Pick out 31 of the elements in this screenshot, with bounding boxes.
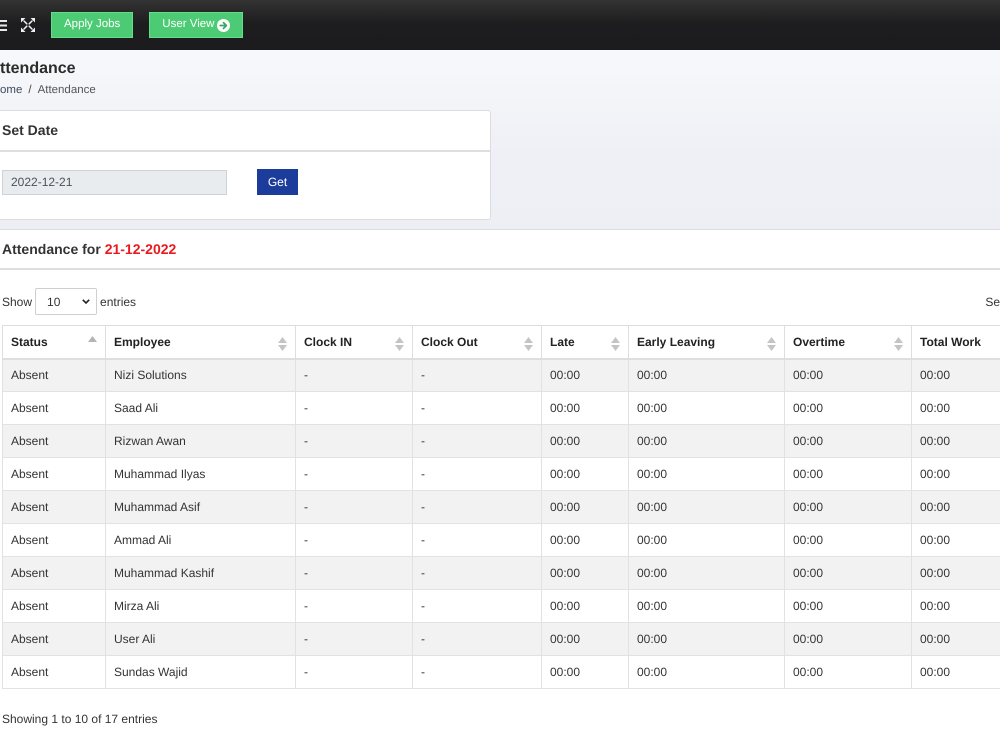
search-label: Se (985, 294, 1000, 310)
table-cell: 00:00 (628, 656, 784, 688)
sort-icon (278, 336, 287, 351)
table-cell: 00:00 (542, 656, 628, 688)
entries-label: entries (100, 294, 136, 310)
table-cell: - (412, 656, 542, 688)
get-button[interactable]: Get (257, 169, 298, 195)
fullscreen-icon[interactable] (21, 18, 35, 32)
sort-ascending-icon (88, 336, 97, 342)
table-cell: Sundas Wajid (106, 656, 296, 688)
table-cell: - (296, 656, 412, 688)
table-cell: 00:00 (784, 656, 912, 688)
date-input[interactable]: 2022-12-21 (2, 170, 227, 194)
table-info: Showing 1 to 10 of 17 entries (2, 712, 158, 726)
sort-icon (611, 336, 620, 351)
table-cell: Absent (2, 656, 106, 688)
sort-icon (395, 336, 404, 351)
breadcrumb-link[interactable]: ome (0, 83, 22, 97)
breadcrumb-separator: / (28, 83, 32, 97)
menu-icon[interactable] (0, 20, 7, 31)
show-label: Show (2, 294, 32, 310)
card-title: Set Date (2, 121, 58, 140)
sort-icon (767, 336, 776, 351)
sort-icon (894, 336, 903, 351)
breadcrumb-current: Attendance (38, 83, 96, 97)
chevron-down-icon (82, 299, 90, 304)
arrow-circle-right-icon (217, 18, 230, 32)
attendance-title: Attendance for 21-12-2022 (2, 240, 176, 258)
sort-icon (524, 336, 533, 351)
page-title: ttendance (0, 59, 76, 79)
entries-select[interactable]: 10 (35, 288, 98, 315)
